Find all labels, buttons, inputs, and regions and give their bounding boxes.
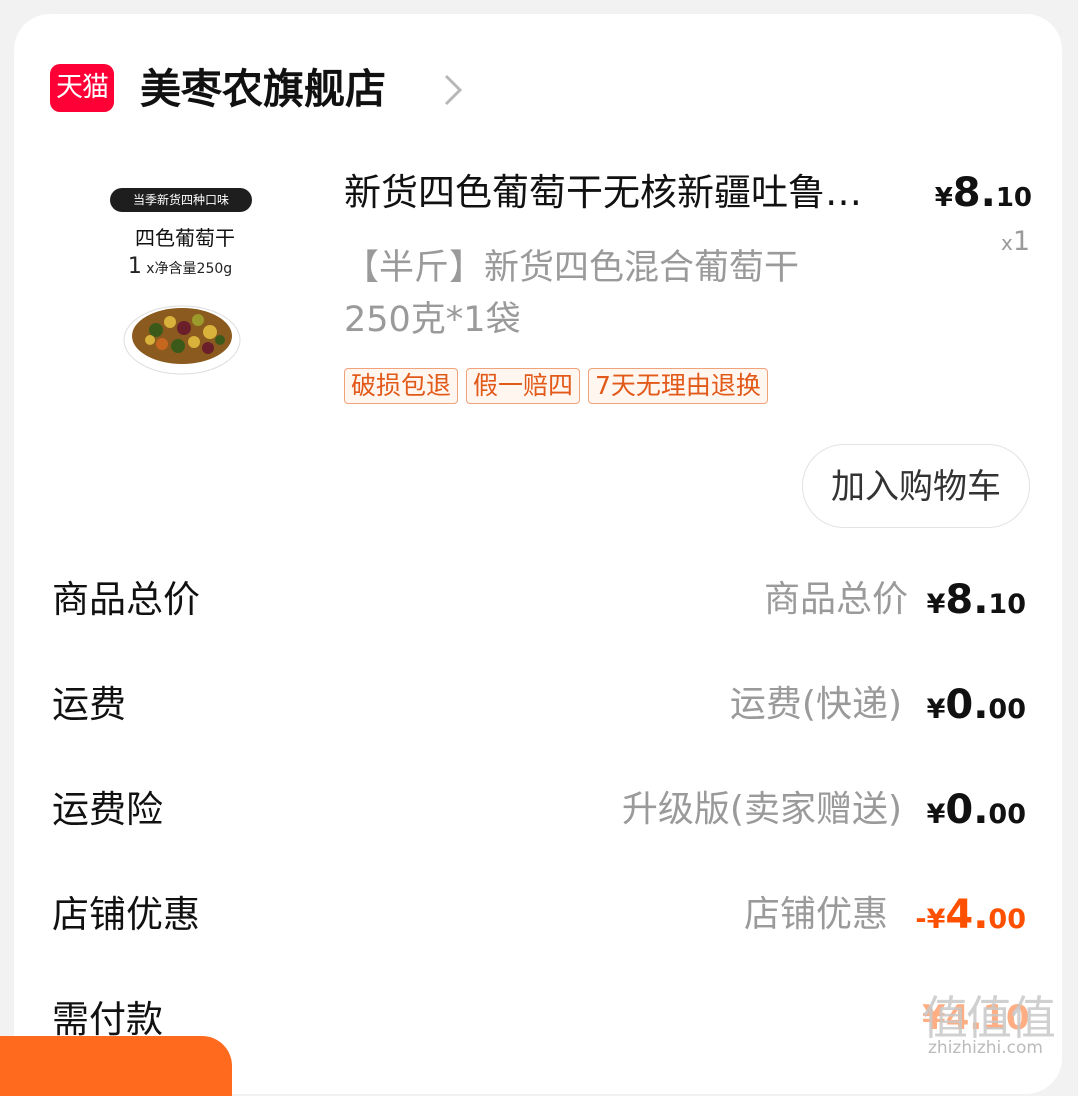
product-quantity: x1 — [1000, 226, 1030, 257]
product-image-title: 四色葡萄干 — [135, 226, 235, 250]
product-price: ¥8.10 — [934, 170, 1032, 216]
shop-name[interactable]: 美枣农旗舰店 — [140, 62, 386, 116]
tmall-logo: 天猫 — [50, 64, 114, 112]
summary-sub: 运费(快递) — [729, 684, 902, 725]
add-to-cart-button[interactable]: 加入购物车 — [802, 444, 1030, 528]
summary-amount: ¥0.00 — [926, 682, 1026, 728]
raisins-bowl-illustration — [123, 305, 241, 375]
summary-amount: ¥8.10 — [926, 577, 1026, 623]
product-title[interactable]: 新货四色葡萄干无核新疆吐鲁… — [344, 168, 904, 218]
summary-row-shop-discount[interactable]: 店铺优惠 店铺优惠 -¥4.00 — [0, 885, 1078, 945]
summary-label: 店铺优惠 — [52, 893, 200, 936]
service-tags: 破损包退 假一赔四 7天无理由退换 — [344, 368, 776, 404]
service-tag: 假一赔四 — [466, 368, 581, 404]
summary-amount: ¥0.00 — [926, 787, 1026, 833]
summary-label: 运费 — [52, 683, 126, 726]
bottom-orange-button[interactable] — [0, 1036, 232, 1096]
summary-amount: -¥4.00 — [915, 892, 1026, 938]
summary-sub: 店铺优惠 — [743, 894, 888, 935]
summary-sub: 商品总价 — [763, 579, 908, 620]
chevron-right-icon[interactable] — [436, 70, 466, 110]
product-image[interactable]: 当季新货四种口味 四色葡萄干 1 x净含量250g — [60, 166, 300, 418]
summary-row-shipping[interactable]: 运费 运费(快递) ¥0.00 — [0, 675, 1078, 735]
product-image-weight: 1 x净含量250g — [127, 254, 233, 279]
service-tag: 破损包退 — [344, 368, 459, 404]
summary-sub: 升级版(卖家赠送) — [621, 789, 902, 830]
product-image-badge: 当季新货四种口味 — [110, 188, 252, 212]
summary-label: 商品总价 — [52, 578, 200, 621]
summary-row-shipping-insurance[interactable]: 运费险 升级版(卖家赠送) ¥0.00 — [0, 780, 1078, 840]
summary-label: 运费险 — [52, 788, 163, 831]
service-tag: 7天无理由退换 — [588, 368, 768, 404]
product-sku: 【半斤】新货四色混合葡萄干 250克*1袋 — [344, 248, 800, 340]
watermark-url: zhizhizhi.com — [928, 1038, 1043, 1058]
summary-row-subtotal: 商品总价 商品总价 ¥8.10 — [0, 570, 1078, 630]
